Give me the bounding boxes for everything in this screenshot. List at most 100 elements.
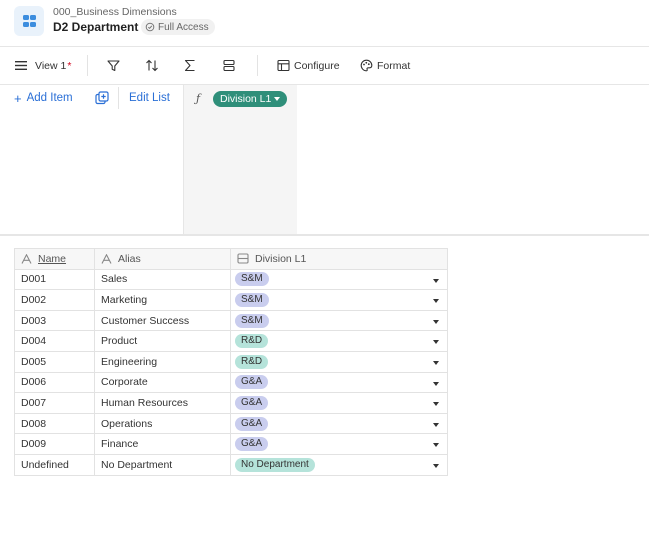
cell-name[interactable]: D008 xyxy=(14,412,95,435)
cell-alias[interactable]: Sales xyxy=(94,268,231,291)
filter-icon xyxy=(107,60,120,72)
palette-icon xyxy=(360,59,373,72)
table-row[interactable]: D008 Operations G&A xyxy=(14,412,448,435)
row-height-button[interactable] xyxy=(223,47,235,84)
view-selector[interactable]: View 1 * xyxy=(15,47,71,84)
cell-alias[interactable]: Human Resources xyxy=(94,392,231,414)
grid-blocks-icon[interactable] xyxy=(14,6,44,36)
access-icon xyxy=(145,22,155,32)
toolbar: View 1 * Configure Format xyxy=(0,47,649,85)
cell-division[interactable]: S&M xyxy=(230,268,448,291)
table-row[interactable]: D009 Finance G&A xyxy=(14,433,448,455)
duplicate-icon[interactable] xyxy=(94,90,110,106)
cell-name[interactable]: D002 xyxy=(14,289,95,311)
column-pill-division[interactable]: Division L1 xyxy=(213,91,288,107)
cell-division[interactable]: S&M xyxy=(230,309,448,332)
cell-division[interactable]: S&M xyxy=(230,289,448,311)
cell-alias[interactable]: Operations xyxy=(94,412,231,435)
division-chip: R&D xyxy=(235,354,269,369)
cell-division[interactable]: No Department xyxy=(230,453,448,476)
chevron-down-icon[interactable] xyxy=(433,319,439,324)
column-header-label: Alias xyxy=(118,252,141,265)
formula-icon[interactable]: ƒ xyxy=(196,92,200,105)
cell-name[interactable]: D001 xyxy=(14,268,95,291)
cell-alias[interactable]: Finance xyxy=(94,433,231,455)
table-row[interactable]: D001 Sales S&M xyxy=(14,268,448,291)
cell-name[interactable]: D009 xyxy=(14,433,95,455)
column-header-label: Name xyxy=(38,252,67,265)
access-badge[interactable]: Full Access xyxy=(141,19,215,35)
column-header-alias[interactable]: Alias xyxy=(94,248,231,270)
data-grid: Name Alias Division L1 D001 Sales S&M D0… xyxy=(14,248,448,476)
add-item-button[interactable]: + Add Item xyxy=(14,90,73,106)
chevron-down-icon[interactable] xyxy=(433,340,439,345)
column-header-name[interactable]: Name xyxy=(14,248,95,270)
list-panel xyxy=(0,85,649,234)
table-row[interactable]: D005 Engineering R&D xyxy=(14,350,448,373)
list-type-icon xyxy=(237,253,249,264)
format-label: Format xyxy=(377,59,411,72)
division-chip: S&M xyxy=(235,272,269,287)
plus-icon: + xyxy=(14,90,22,106)
cell-name[interactable]: D004 xyxy=(14,330,95,352)
text-type-icon xyxy=(101,253,112,264)
grid-header-row: Name Alias Division L1 xyxy=(14,248,448,270)
format-button[interactable]: Format xyxy=(360,47,410,84)
cell-name[interactable]: Undefined xyxy=(14,453,95,476)
cell-division[interactable]: G&A xyxy=(230,371,448,394)
division-chip: G&A xyxy=(235,437,269,452)
sort-icon xyxy=(146,59,158,72)
cell-division[interactable]: R&D xyxy=(230,330,448,352)
division-chip: S&M xyxy=(235,313,269,328)
chevron-down-icon[interactable] xyxy=(433,402,439,407)
chevron-down-icon xyxy=(274,97,281,101)
sort-button[interactable] xyxy=(145,47,159,84)
cell-name[interactable]: D005 xyxy=(14,350,95,373)
cell-name[interactable]: D006 xyxy=(14,371,95,394)
edit-list-button[interactable]: Edit List xyxy=(129,92,170,104)
division-chip: No Department xyxy=(235,457,315,472)
filter-button[interactable] xyxy=(107,47,120,84)
table-row[interactable]: D003 Customer Success S&M xyxy=(14,309,448,332)
chevron-down-icon[interactable] xyxy=(433,360,439,365)
view-label: View 1 xyxy=(35,59,67,72)
page-title: D2 Department xyxy=(53,20,139,34)
cell-division[interactable]: R&D xyxy=(230,350,448,373)
table-row[interactable]: D007 Human Resources G&A xyxy=(14,392,448,414)
summary-button[interactable] xyxy=(184,47,196,84)
chevron-down-icon[interactable] xyxy=(433,422,439,427)
column-pill-label: Division L1 xyxy=(220,93,272,105)
table-row[interactable]: D004 Product R&D xyxy=(14,330,448,352)
cell-name[interactable]: D007 xyxy=(14,392,95,414)
chevron-down-icon[interactable] xyxy=(433,299,439,304)
column-header-division[interactable]: Division L1 xyxy=(230,248,448,270)
configure-button[interactable]: Configure xyxy=(277,47,340,84)
division-chip: G&A xyxy=(235,375,269,390)
cell-division[interactable]: G&A xyxy=(230,433,448,455)
cell-name[interactable]: D003 xyxy=(14,309,95,332)
table-row[interactable]: D002 Marketing S&M xyxy=(14,289,448,311)
table-row[interactable]: D006 Corporate G&A xyxy=(14,371,448,394)
cell-division[interactable]: G&A xyxy=(230,412,448,435)
table-row[interactable]: Undefined No Department No Department xyxy=(14,453,448,476)
cell-alias[interactable]: Product xyxy=(94,330,231,352)
chevron-down-icon[interactable] xyxy=(433,381,439,386)
cell-division[interactable]: G&A xyxy=(230,392,448,414)
menu-icon xyxy=(15,61,27,70)
cell-alias[interactable]: Marketing xyxy=(94,289,231,311)
chevron-down-icon[interactable] xyxy=(433,278,439,283)
chevron-down-icon[interactable] xyxy=(433,443,439,448)
cell-alias[interactable]: Corporate xyxy=(94,371,231,394)
column-header-label: Division L1 xyxy=(255,252,307,265)
cell-alias[interactable]: Customer Success xyxy=(94,309,231,332)
division-chip: R&D xyxy=(235,334,269,349)
cell-alias[interactable]: Engineering xyxy=(94,350,231,373)
add-item-label: Add Item xyxy=(26,92,73,104)
rows-icon xyxy=(223,59,235,72)
division-chip: S&M xyxy=(235,292,269,307)
app-header: 000_Business Dimensions D2 Department Fu… xyxy=(0,0,649,47)
breadcrumb[interactable]: 000_Business Dimensions xyxy=(53,6,177,18)
chevron-down-icon[interactable] xyxy=(433,463,439,468)
cell-alias[interactable]: No Department xyxy=(94,453,231,476)
table-icon xyxy=(277,59,290,72)
